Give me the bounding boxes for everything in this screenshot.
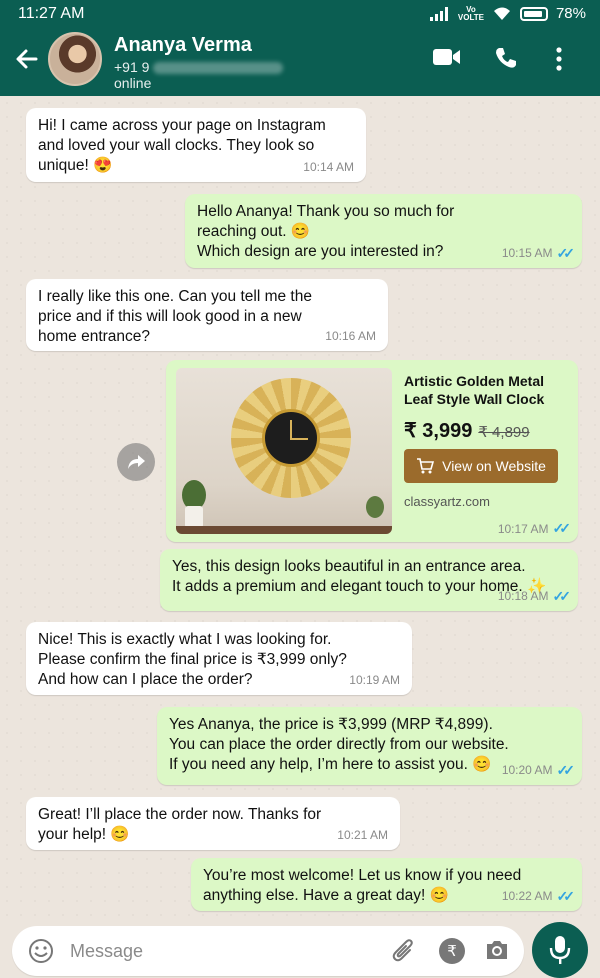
message-outgoing[interactable]: Yes Ananya, the price is ₹3,999 (MRP ₹4,… bbox=[157, 707, 582, 785]
shelf-decor bbox=[176, 526, 392, 534]
status-icons: Vo VOLTE 78% bbox=[429, 4, 586, 22]
product-sale-price: ₹ 3,999 bbox=[404, 420, 473, 442]
message-text: Great! I’ll place the order now. Thanks … bbox=[38, 806, 322, 843]
message-time: 10:21 AM bbox=[337, 828, 388, 842]
double-tick-icon: ✓✓ bbox=[556, 888, 576, 904]
video-call-icon[interactable] bbox=[432, 46, 462, 73]
back-arrow-icon[interactable] bbox=[14, 46, 40, 78]
message-meta: 10:16 AM bbox=[325, 326, 376, 346]
contact-phone: +91 9 bbox=[114, 59, 284, 75]
rupee-icon[interactable]: ₹ bbox=[438, 937, 466, 970]
message-incoming[interactable]: Nice! This is exactly what I was looking… bbox=[26, 622, 412, 695]
message-incoming[interactable]: I really like this one. Can you tell me … bbox=[26, 279, 388, 351]
attach-icon[interactable] bbox=[392, 938, 416, 969]
product-price: ₹ 3,999 ₹ 4,899 bbox=[404, 418, 530, 443]
message-outgoing[interactable]: You’re most welcome! Let us know if you … bbox=[191, 858, 582, 911]
view-on-website-label: View on Website bbox=[442, 458, 546, 474]
volte-label: Vo VOLTE bbox=[457, 4, 484, 22]
more-vert-icon[interactable] bbox=[554, 46, 564, 77]
phone-prefix: +91 9 bbox=[114, 59, 150, 75]
message-meta: 10:15 AM ✓✓ bbox=[501, 243, 576, 263]
forward-icon[interactable] bbox=[117, 443, 155, 481]
status-bar: 11:27 AM Vo VOLTE 78% bbox=[0, 0, 600, 28]
product-domain[interactable]: classyartz.com bbox=[404, 494, 490, 509]
message-input-box[interactable]: Message ₹ bbox=[12, 926, 524, 976]
battery-icon bbox=[519, 6, 548, 21]
message-meta: 10:21 AM bbox=[337, 825, 388, 845]
message-time: 10:14 AM bbox=[303, 160, 354, 174]
message-meta: 10:20 AM ✓✓ bbox=[501, 760, 576, 780]
plant-decor-right bbox=[366, 496, 384, 518]
status-time: 11:27 AM bbox=[18, 5, 85, 22]
svg-text:₹: ₹ bbox=[447, 942, 457, 960]
message-time: 10:18 AM bbox=[497, 589, 549, 603]
message-meta: 10:14 AM bbox=[303, 157, 354, 177]
chat-header: Ananya Verma +91 9 online bbox=[0, 28, 600, 96]
message-time: 10:17 AM bbox=[497, 521, 549, 536]
message-time: 10:19 AM bbox=[349, 673, 400, 687]
message-meta: 10:19 AM bbox=[349, 670, 400, 690]
top-bar: 11:27 AM Vo VOLTE 78% Ananya Verma +91 9 … bbox=[0, 0, 600, 96]
mic-icon bbox=[549, 936, 571, 964]
view-on-website-button[interactable]: View on Website bbox=[404, 449, 558, 483]
product-title: Artistic Golden Metal Leaf Style Wall Cl… bbox=[404, 373, 545, 407]
message-text: Nice! This is exactly what I was looking… bbox=[38, 631, 347, 688]
product-card-message[interactable]: Artistic Golden Metal Leaf Style Wall Cl… bbox=[166, 360, 578, 542]
signal-icon bbox=[429, 6, 448, 21]
double-tick-icon: ✓✓ bbox=[552, 520, 572, 536]
product-image[interactable] bbox=[176, 368, 392, 534]
phone-call-icon[interactable] bbox=[494, 46, 518, 75]
message-time: 10:16 AM bbox=[325, 329, 376, 343]
cart-icon bbox=[417, 458, 435, 474]
emoji-icon[interactable] bbox=[28, 938, 54, 969]
battery-percent: 78% bbox=[555, 5, 586, 22]
wifi-icon bbox=[493, 7, 510, 20]
message-meta: 10:18 AM ✓✓ bbox=[497, 586, 572, 606]
message-time: 10:15 AM bbox=[501, 246, 553, 260]
clock-hand-hour bbox=[290, 420, 292, 440]
message-input[interactable]: Message bbox=[70, 941, 143, 962]
message-outgoing[interactable]: Yes, this design looks beautiful in an e… bbox=[160, 549, 578, 611]
avatar[interactable] bbox=[48, 32, 102, 86]
message-incoming[interactable]: Great! I’ll place the order now. Thanks … bbox=[26, 797, 400, 850]
message-incoming[interactable]: Hi! I came across your page on Instagram… bbox=[26, 108, 366, 182]
phone-redacted bbox=[153, 62, 284, 75]
double-tick-icon: ✓✓ bbox=[556, 762, 576, 778]
input-bar: Message ₹ bbox=[0, 918, 600, 978]
product-mrp: ₹ 4,899 bbox=[478, 424, 530, 441]
contact-status: online bbox=[114, 75, 152, 91]
message-time: 10:22 AM bbox=[501, 889, 553, 903]
camera-icon[interactable] bbox=[484, 938, 510, 967]
mic-button[interactable] bbox=[532, 922, 588, 978]
clock-hand-minute bbox=[290, 438, 308, 440]
double-tick-icon: ✓✓ bbox=[552, 588, 572, 604]
message-time: 10:20 AM bbox=[501, 763, 553, 777]
message-meta: 10:22 AM ✓✓ bbox=[501, 886, 576, 906]
double-tick-icon: ✓✓ bbox=[556, 245, 576, 261]
contact-name[interactable]: Ananya Verma bbox=[114, 34, 252, 57]
message-outgoing[interactable]: Hello Ananya! Thank you so much for reac… bbox=[185, 194, 582, 268]
pot-decor bbox=[185, 506, 203, 528]
message-meta: 10:17 AM ✓✓ bbox=[497, 520, 572, 537]
